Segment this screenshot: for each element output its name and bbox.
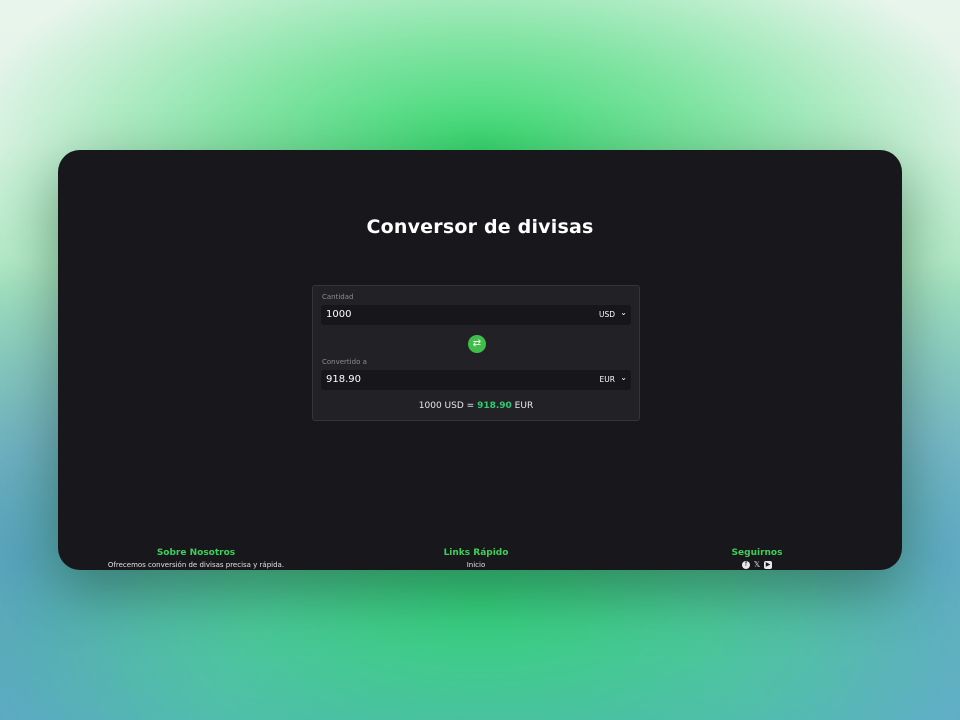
footer-social-heading: Seguirnos [731, 548, 783, 558]
converted-label: Convertido a [322, 358, 367, 366]
page-title: Conversor de divisas [366, 216, 594, 238]
amount-input[interactable]: 1000 [326, 309, 351, 320]
footer-social: Seguirnos f 𝕏 ▶ [627, 548, 887, 569]
amount-field[interactable]: 1000 USD ⌄ [321, 305, 631, 325]
conversion-result: 1000 USD = 918.90 EUR [313, 401, 639, 411]
x-icon[interactable]: 𝕏 [753, 561, 761, 569]
footer-links: Links Rápido Inicio [346, 548, 606, 569]
footer-about-heading: Sobre Nosotros [156, 548, 236, 558]
footer-about: Sobre Nosotros Ofrecemos conversión de d… [66, 548, 326, 569]
chevron-down-icon[interactable]: ⌄ [620, 373, 627, 382]
footer-links-heading: Links Rápido [443, 548, 509, 558]
footer-about-text: Ofrecemos conversión de divisas precisa … [107, 561, 285, 569]
to-currency-select[interactable]: EUR [600, 375, 615, 384]
result-value: 918.90 [477, 401, 512, 411]
result-left: 1000 USD = [418, 401, 475, 411]
app-window: Conversor de divisas Cantidad 1000 USD ⌄… [58, 150, 902, 570]
footer-link-inicio[interactable]: Inicio [346, 561, 606, 569]
swap-button[interactable]: ⇄ [468, 335, 486, 353]
converted-output: 918.90 [326, 374, 361, 385]
converter-card: Cantidad 1000 USD ⌄ ⇄ Convertido a 918.9… [312, 285, 640, 421]
facebook-icon[interactable]: f [742, 561, 750, 569]
youtube-icon[interactable]: ▶ [764, 561, 772, 569]
amount-label: Cantidad [322, 293, 354, 301]
social-icons: f 𝕏 ▶ [627, 561, 887, 569]
chevron-down-icon[interactable]: ⌄ [620, 308, 627, 317]
from-currency-select[interactable]: USD [599, 310, 615, 319]
result-right: EUR [514, 401, 534, 411]
swap-arrows-icon: ⇄ [472, 338, 482, 349]
converted-field[interactable]: 918.90 EUR ⌄ [321, 370, 631, 390]
